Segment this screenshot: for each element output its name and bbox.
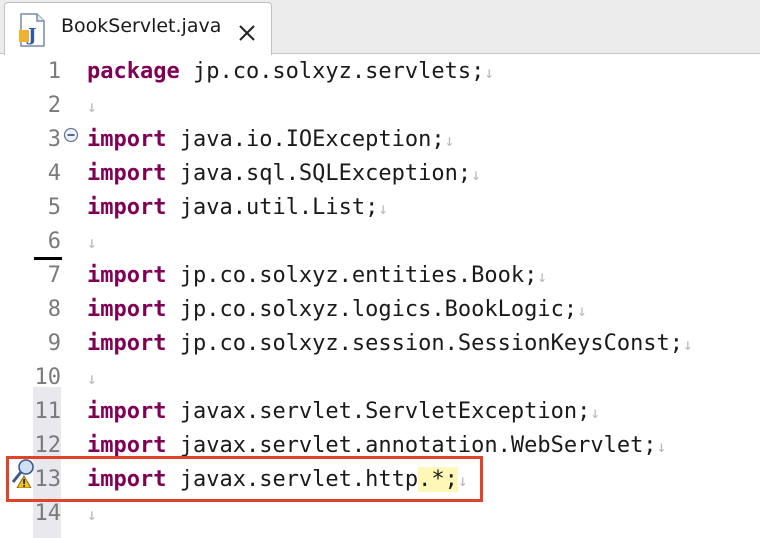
java-file-icon: J — [19, 13, 45, 47]
code-body: java.io.IOException; — [166, 127, 445, 152]
keyword: import — [87, 127, 167, 152]
code-text: import java.util.List;↓ — [87, 191, 388, 226]
code-line[interactable]: 10 ↓ — [0, 361, 760, 395]
eol-marker: ↓ — [537, 267, 547, 286]
eol-marker: ↓ — [484, 63, 494, 82]
eol-marker: ↓ — [87, 369, 97, 388]
code-body: java.sql.SQLException; — [166, 161, 472, 186]
eol-marker: ↓ — [577, 301, 587, 320]
code-line[interactable]: 13 import javax.servlet.http.*;↓ — [0, 463, 760, 497]
code-line[interactable]: 11 import javax.servlet.ServletException;… — [0, 395, 760, 429]
eol-marker: ↓ — [87, 505, 97, 524]
line-number: 8 — [47, 297, 61, 322]
line-number: 11 — [34, 399, 62, 424]
line-number: 4 — [47, 161, 61, 186]
svg-text:J: J — [26, 25, 37, 46]
keyword: import — [87, 399, 167, 424]
code-editor[interactable]: 1 package jp.co.solxyz.servlets;↓ 2 ↓ 3 impor… — [0, 55, 760, 538]
line-number: 1 — [47, 59, 61, 84]
line-number: 7 — [47, 263, 61, 288]
code-line[interactable]: 12 import javax.servlet.annotation.WebSer… — [0, 429, 760, 463]
highlighted-token: .*; — [418, 467, 458, 492]
eol-marker: ↓ — [656, 437, 667, 456]
code-text: import jp.co.solxyz.session.SessionKeysC… — [87, 327, 693, 362]
tab-title: BookServlet.java — [61, 15, 222, 37]
keyword: package — [87, 59, 180, 84]
code-body: jp.co.solxyz.entities.Book; — [166, 263, 538, 288]
code-line[interactable]: 14 ↓ — [0, 497, 760, 531]
code-line[interactable]: 3 import java.io.IOException;↓ — [0, 123, 760, 157]
code-line[interactable]: 2 ↓ — [0, 89, 760, 123]
line-number: 14 — [34, 501, 62, 526]
code-text: ↓ — [87, 497, 97, 532]
code-text: ↓ — [87, 89, 97, 124]
code-text: import javax.servlet.annotation.WebServl… — [87, 429, 666, 464]
keyword: import — [87, 467, 167, 492]
eol-marker: ↓ — [444, 131, 455, 150]
eol-marker: ↓ — [683, 335, 693, 354]
code-text: import javax.servlet.ServletException;↓ — [87, 395, 600, 430]
code-line[interactable]: 4 import java.sql.SQLException;↓ — [0, 157, 760, 191]
code-body: javax.servlet.ServletException; — [166, 399, 591, 424]
code-line[interactable]: 5 import java.util.List;↓ — [0, 191, 760, 225]
tab-bookservlet-java[interactable]: J BookServlet.java — [4, 2, 272, 55]
code-line[interactable]: 1 package jp.co.solxyz.servlets;↓ — [0, 55, 760, 89]
code-text: import jp.co.solxyz.logics.BookLogic;↓ — [87, 293, 587, 328]
keyword: import — [87, 195, 167, 220]
eol-marker: ↓ — [87, 233, 97, 252]
quick-fix-warning-icon[interactable] — [10, 458, 36, 488]
line-number: 6 — [47, 229, 61, 254]
code-text: import java.io.IOException;↓ — [87, 123, 454, 158]
line-number: 2 — [47, 93, 61, 118]
code-line[interactable]: 7 import jp.co.solxyz.entities.Book;↓ — [0, 259, 760, 293]
line-number: 5 — [47, 195, 61, 220]
code-line[interactable]: 9 import jp.co.solxyz.session.SessionKeys… — [0, 327, 760, 361]
keyword: import — [87, 297, 167, 322]
keyword: import — [87, 161, 167, 186]
editor-tab-bar: J BookServlet.java — [0, 0, 760, 55]
close-icon[interactable] — [237, 23, 257, 43]
eol-marker: ↓ — [378, 199, 389, 218]
keyword: import — [87, 263, 167, 288]
eol-marker: ↓ — [457, 471, 468, 490]
eol-marker: ↓ — [590, 403, 600, 422]
code-line[interactable]: 6 ↓ — [0, 225, 760, 259]
code-text: ↓ — [87, 361, 97, 396]
code-body: javax.servlet.annotation.WebServlet; — [166, 433, 657, 458]
code-body: jp.co.solxyz.servlets; — [179, 59, 485, 84]
line-number: 10 — [34, 365, 62, 390]
line-number: 3 — [47, 127, 61, 152]
code-body: jp.co.solxyz.logics.BookLogic; — [166, 297, 578, 322]
code-text: ↓ — [87, 225, 97, 260]
keyword: import — [87, 331, 167, 356]
eol-marker: ↓ — [87, 97, 97, 116]
collapse-icon[interactable] — [63, 127, 79, 143]
code-text: import java.sql.SQLException;↓ — [87, 157, 481, 192]
code-text: import jp.co.solxyz.entities.Book;↓ — [87, 259, 547, 294]
keyword: import — [87, 433, 167, 458]
code-body: java.util.List; — [166, 195, 379, 220]
code-line[interactable]: 8 import jp.co.solxyz.logics.BookLogic;↓ — [0, 293, 760, 327]
eol-marker: ↓ — [471, 165, 481, 184]
code-text: import javax.servlet.http.*;↓ — [87, 463, 468, 498]
code-text: package jp.co.solxyz.servlets;↓ — [87, 55, 494, 90]
code-body: jp.co.solxyz.session.SessionKeysConst; — [166, 331, 684, 356]
line-number: 9 — [47, 331, 61, 356]
code-body: javax.servlet.http — [166, 467, 419, 492]
